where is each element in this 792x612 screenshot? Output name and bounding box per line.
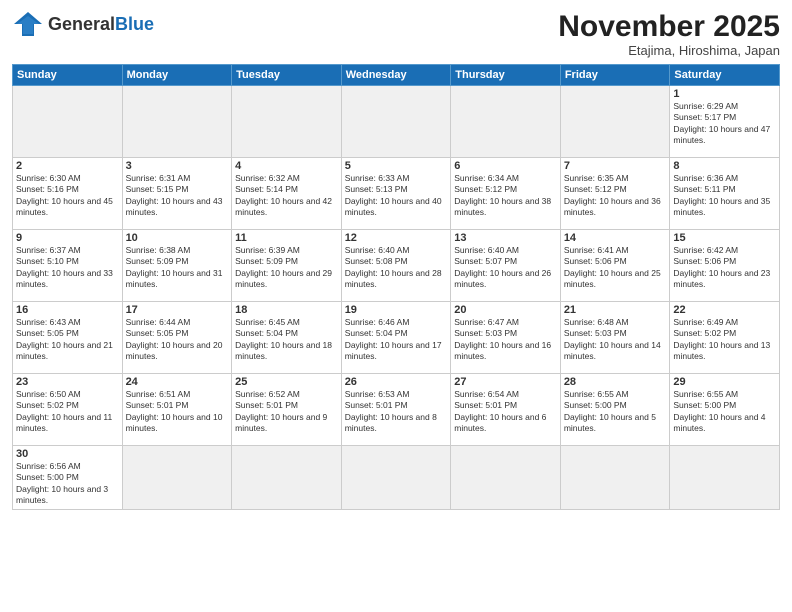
empty-cell: [341, 446, 451, 510]
week-row-2: 2 Sunrise: 6:30 AMSunset: 5:16 PMDayligh…: [13, 158, 780, 230]
empty-cell: [13, 86, 123, 158]
day-15: 15 Sunrise: 6:42 AMSunset: 5:06 PMDaylig…: [670, 230, 780, 302]
header-saturday: Saturday: [670, 65, 780, 86]
empty-cell: [451, 86, 561, 158]
header-friday: Friday: [560, 65, 670, 86]
week-row-3: 9 Sunrise: 6:37 AMSunset: 5:10 PMDayligh…: [13, 230, 780, 302]
week-row-6: 30 Sunrise: 6:56 AMSunset: 5:00 PMDaylig…: [13, 446, 780, 510]
header-monday: Monday: [122, 65, 232, 86]
day-30: 30 Sunrise: 6:56 AMSunset: 5:00 PMDaylig…: [13, 446, 123, 510]
empty-cell: [560, 446, 670, 510]
day-23: 23 Sunrise: 6:50 AMSunset: 5:02 PMDaylig…: [13, 374, 123, 446]
logo-icon: [12, 10, 44, 38]
day-21: 21 Sunrise: 6:48 AMSunset: 5:03 PMDaylig…: [560, 302, 670, 374]
empty-cell: [451, 446, 561, 510]
day-6: 6 Sunrise: 6:34 AMSunset: 5:12 PMDayligh…: [451, 158, 561, 230]
calendar: Sunday Monday Tuesday Wednesday Thursday…: [12, 64, 780, 510]
logo: GeneralBlue: [12, 10, 154, 38]
empty-cell: [122, 446, 232, 510]
day-9: 9 Sunrise: 6:37 AMSunset: 5:10 PMDayligh…: [13, 230, 123, 302]
empty-cell: [560, 86, 670, 158]
empty-cell: [232, 446, 342, 510]
day-2: 2 Sunrise: 6:30 AMSunset: 5:16 PMDayligh…: [13, 158, 123, 230]
header-sunday: Sunday: [13, 65, 123, 86]
day-29: 29 Sunrise: 6:55 AMSunset: 5:00 PMDaylig…: [670, 374, 780, 446]
empty-cell: [670, 446, 780, 510]
month-title: November 2025: [558, 10, 780, 43]
day-25: 25 Sunrise: 6:52 AMSunset: 5:01 PMDaylig…: [232, 374, 342, 446]
day-27: 27 Sunrise: 6:54 AMSunset: 5:01 PMDaylig…: [451, 374, 561, 446]
day-20: 20 Sunrise: 6:47 AMSunset: 5:03 PMDaylig…: [451, 302, 561, 374]
day-1: 1 Sunrise: 6:29 AMSunset: 5:17 PMDayligh…: [670, 86, 780, 158]
day-17: 17 Sunrise: 6:44 AMSunset: 5:05 PMDaylig…: [122, 302, 232, 374]
page: GeneralBlue November 2025 Etajima, Hiros…: [0, 0, 792, 612]
day-4: 4 Sunrise: 6:32 AMSunset: 5:14 PMDayligh…: [232, 158, 342, 230]
day-16: 16 Sunrise: 6:43 AMSunset: 5:05 PMDaylig…: [13, 302, 123, 374]
header-tuesday: Tuesday: [232, 65, 342, 86]
empty-cell: [341, 86, 451, 158]
empty-cell: [232, 86, 342, 158]
week-row-5: 23 Sunrise: 6:50 AMSunset: 5:02 PMDaylig…: [13, 374, 780, 446]
weekday-header-row: Sunday Monday Tuesday Wednesday Thursday…: [13, 65, 780, 86]
day-14: 14 Sunrise: 6:41 AMSunset: 5:06 PMDaylig…: [560, 230, 670, 302]
empty-cell: [122, 86, 232, 158]
week-row-1: 1 Sunrise: 6:29 AMSunset: 5:17 PMDayligh…: [13, 86, 780, 158]
day-24: 24 Sunrise: 6:51 AMSunset: 5:01 PMDaylig…: [122, 374, 232, 446]
day-7: 7 Sunrise: 6:35 AMSunset: 5:12 PMDayligh…: [560, 158, 670, 230]
day-5: 5 Sunrise: 6:33 AMSunset: 5:13 PMDayligh…: [341, 158, 451, 230]
day-28: 28 Sunrise: 6:55 AMSunset: 5:00 PMDaylig…: [560, 374, 670, 446]
day-8: 8 Sunrise: 6:36 AMSunset: 5:11 PMDayligh…: [670, 158, 780, 230]
day-10: 10 Sunrise: 6:38 AMSunset: 5:09 PMDaylig…: [122, 230, 232, 302]
week-row-4: 16 Sunrise: 6:43 AMSunset: 5:05 PMDaylig…: [13, 302, 780, 374]
logo-text: GeneralBlue: [48, 14, 154, 35]
header: GeneralBlue November 2025 Etajima, Hiros…: [12, 10, 780, 58]
header-thursday: Thursday: [451, 65, 561, 86]
title-block: November 2025 Etajima, Hiroshima, Japan: [558, 10, 780, 58]
day-26: 26 Sunrise: 6:53 AMSunset: 5:01 PMDaylig…: [341, 374, 451, 446]
day-22: 22 Sunrise: 6:49 AMSunset: 5:02 PMDaylig…: [670, 302, 780, 374]
location: Etajima, Hiroshima, Japan: [558, 43, 780, 58]
day-13: 13 Sunrise: 6:40 AMSunset: 5:07 PMDaylig…: [451, 230, 561, 302]
day-19: 19 Sunrise: 6:46 AMSunset: 5:04 PMDaylig…: [341, 302, 451, 374]
day-18: 18 Sunrise: 6:45 AMSunset: 5:04 PMDaylig…: [232, 302, 342, 374]
day-3: 3 Sunrise: 6:31 AMSunset: 5:15 PMDayligh…: [122, 158, 232, 230]
header-wednesday: Wednesday: [341, 65, 451, 86]
day-12: 12 Sunrise: 6:40 AMSunset: 5:08 PMDaylig…: [341, 230, 451, 302]
day-11: 11 Sunrise: 6:39 AMSunset: 5:09 PMDaylig…: [232, 230, 342, 302]
